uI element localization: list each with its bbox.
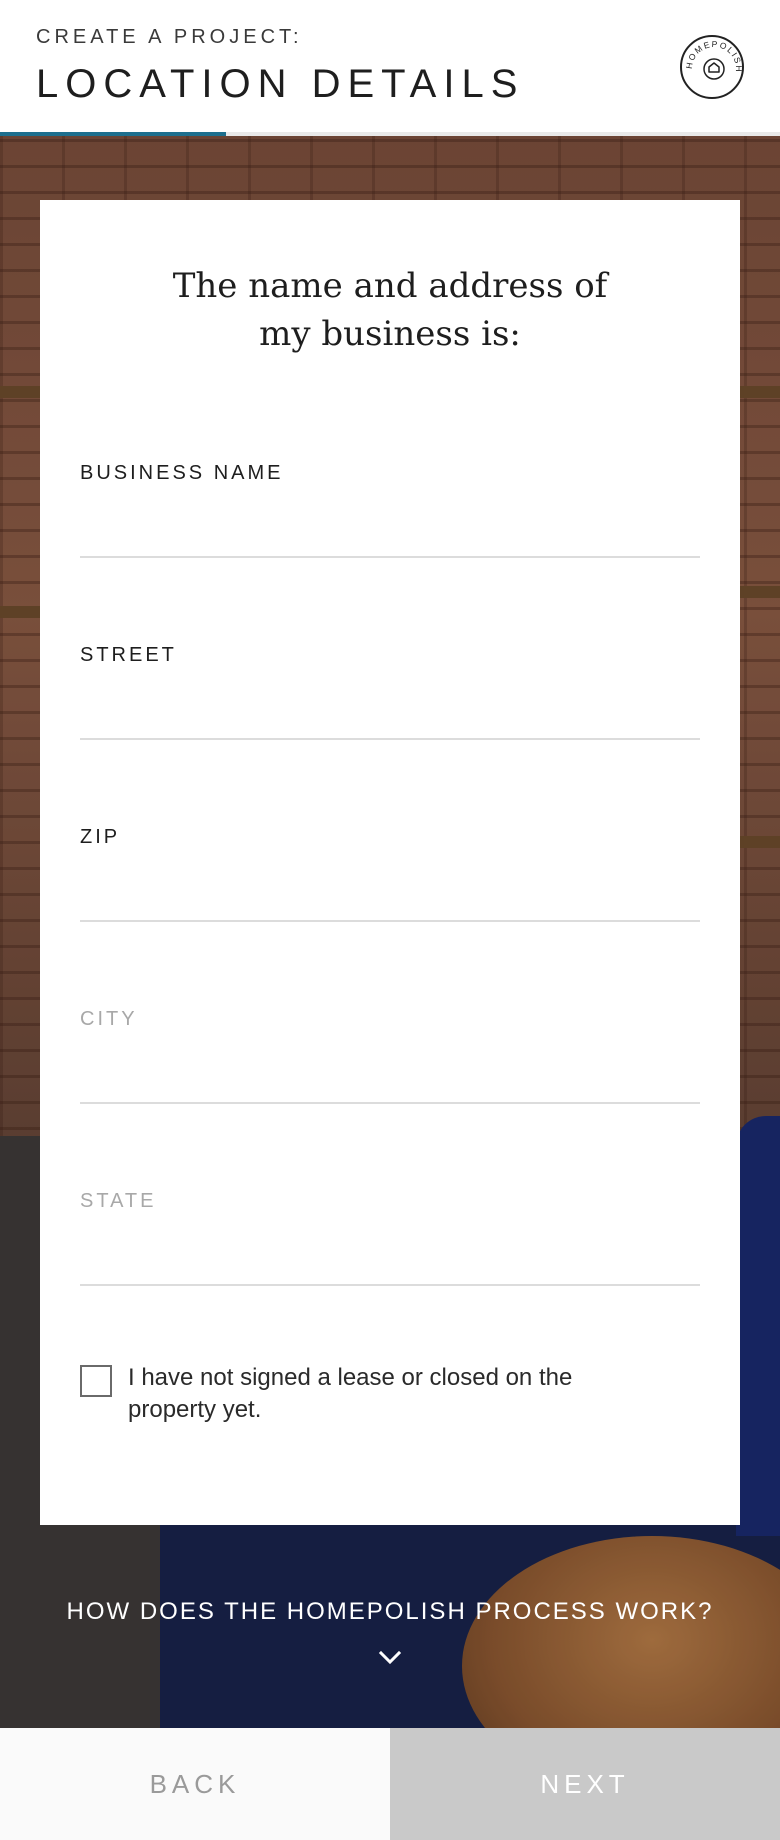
form-heading-line2: my business is:	[259, 314, 521, 354]
zip-field: ZIP	[80, 826, 700, 946]
city-input[interactable]	[80, 1048, 700, 1100]
zip-input[interactable]	[80, 866, 700, 918]
field-underline	[80, 1284, 700, 1286]
svg-text:HOMEPOLISH: HOMEPOLISH	[684, 39, 744, 73]
page-header: CREATE A PROJECT: LOCATION DETAILS HOMEP…	[0, 0, 780, 136]
homepolish-logo[interactable]: HOMEPOLISH	[680, 35, 744, 99]
back-button[interactable]: BACK	[0, 1728, 390, 1840]
field-underline	[80, 738, 700, 740]
footer-nav: BACK NEXT	[0, 1728, 780, 1840]
business-name-input[interactable]	[80, 502, 700, 554]
state-label: STATE	[80, 1190, 157, 1212]
field-underline	[80, 1102, 700, 1104]
street-field: STREET	[80, 644, 700, 764]
street-label: STREET	[80, 644, 177, 666]
business-name-field: BUSINESS NAME	[80, 462, 700, 582]
next-button[interactable]: NEXT	[390, 1728, 780, 1840]
state-field: STATE	[80, 1190, 700, 1310]
how-it-works-link[interactable]: HOW DOES THE HOMEPOLISH PROCESS WORK?	[0, 1598, 780, 1626]
page-kicker: CREATE A PROJECT:	[36, 26, 303, 48]
logo-text: HOMEPOLISH	[684, 39, 743, 73]
zip-label: ZIP	[80, 826, 121, 848]
form-heading-line1: The name and address of	[172, 266, 608, 306]
page-title: LOCATION DETAILS	[36, 62, 525, 106]
state-input[interactable]	[80, 1230, 700, 1282]
no-lease-label[interactable]: I have not signed a lease or closed on t…	[128, 1362, 648, 1426]
field-underline	[80, 920, 700, 922]
no-lease-checkbox[interactable]	[80, 1365, 112, 1397]
form-heading: The name and address of my business is:	[40, 262, 740, 358]
business-name-label: BUSINESS NAME	[80, 462, 284, 484]
form-card: The name and address of my business is: …	[40, 200, 740, 1525]
city-label: CITY	[80, 1008, 138, 1030]
street-input[interactable]	[80, 684, 700, 736]
chevron-down-icon[interactable]	[378, 1646, 402, 1670]
house-icon: HOMEPOLISH	[684, 39, 744, 80]
city-field: CITY	[80, 1008, 700, 1128]
field-underline	[80, 556, 700, 558]
